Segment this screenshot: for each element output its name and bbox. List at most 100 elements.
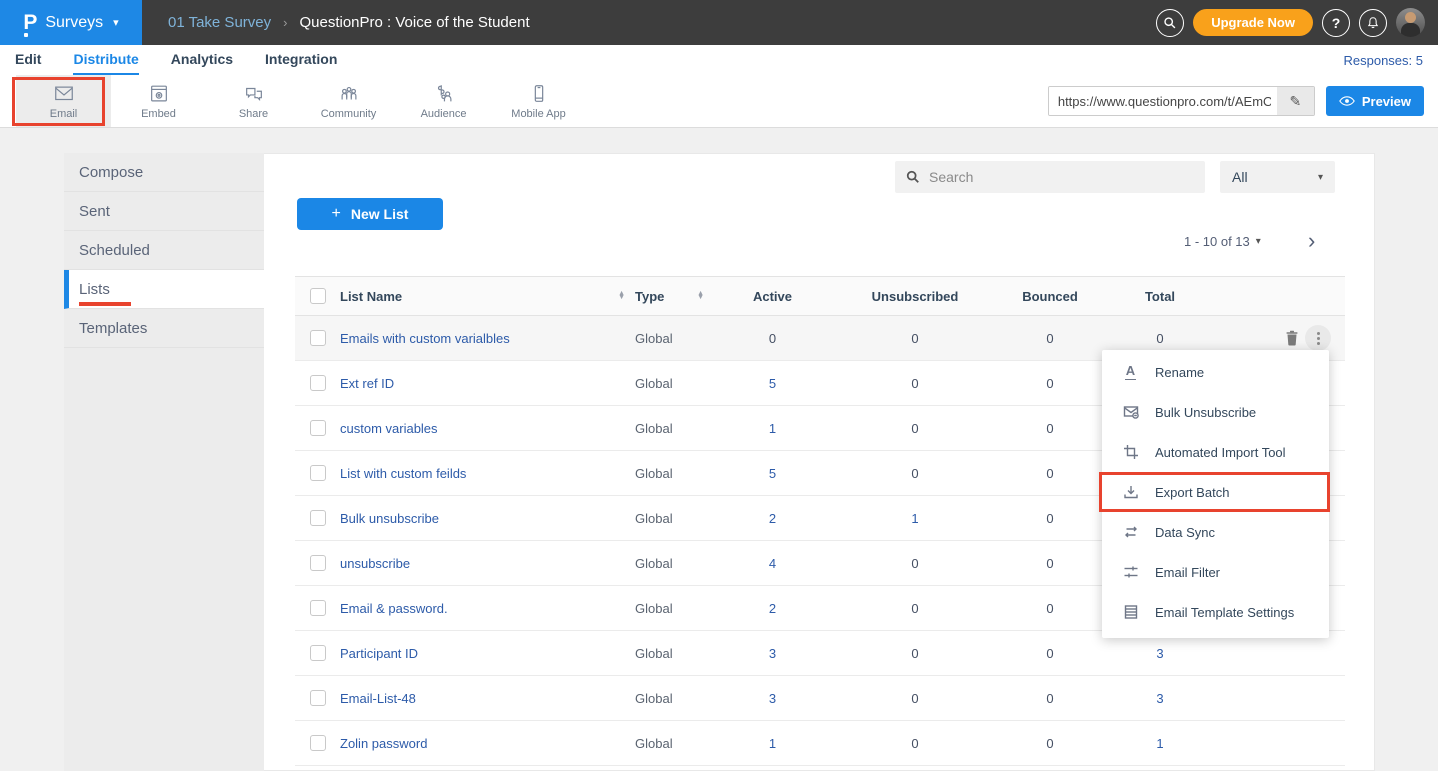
unsubscribed-count[interactable]: 0	[835, 646, 995, 661]
email-envelope-icon	[52, 83, 76, 105]
list-name-link[interactable]: List with custom feilds	[340, 466, 466, 481]
list-name-link[interactable]: custom variables	[340, 421, 438, 436]
toolbar-item-email[interactable]: Email	[16, 75, 111, 127]
help-icon[interactable]: ?	[1322, 9, 1350, 37]
row-checkbox[interactable]	[310, 330, 326, 346]
active-count[interactable]: 1	[710, 421, 835, 436]
row-more-options-button[interactable]	[1305, 325, 1331, 351]
bounced-count[interactable]: 0	[995, 421, 1105, 436]
list-filter-dropdown[interactable]: All ▾	[1220, 161, 1335, 193]
menu-item-automated-import-tool[interactable]: Automated Import Tool	[1102, 432, 1329, 472]
unsubscribed-count[interactable]: 0	[835, 376, 995, 391]
toolbar-item-audience[interactable]: Audience	[396, 75, 491, 127]
toolbar-item-embed[interactable]: Embed	[111, 75, 206, 127]
active-count[interactable]: 5	[710, 466, 835, 481]
sort-icon[interactable]: ▲▼	[618, 292, 625, 300]
bounced-count[interactable]: 0	[995, 331, 1105, 346]
total-count[interactable]: 3	[1105, 646, 1215, 661]
bounced-count[interactable]: 0	[995, 511, 1105, 526]
active-count[interactable]: 0	[710, 331, 835, 346]
preview-button[interactable]: Preview	[1326, 86, 1424, 116]
tab-integration[interactable]: Integration	[265, 45, 337, 75]
unsubscribed-count[interactable]: 0	[835, 601, 995, 616]
sidebar-item-scheduled[interactable]: Scheduled	[64, 231, 264, 270]
total-count[interactable]: 1	[1105, 736, 1215, 751]
total-count[interactable]: 0	[1105, 331, 1215, 346]
menu-item-data-sync[interactable]: Data Sync	[1102, 512, 1329, 552]
upgrade-now-button[interactable]: Upgrade Now	[1193, 9, 1313, 36]
bounced-count[interactable]: 0	[995, 376, 1105, 391]
active-count[interactable]: 2	[710, 601, 835, 616]
active-count[interactable]: 3	[710, 646, 835, 661]
new-list-button[interactable]: + New List	[297, 198, 443, 230]
row-checkbox[interactable]	[310, 735, 326, 751]
select-all-checkbox[interactable]	[310, 288, 326, 304]
list-name-link[interactable]: Participant ID	[340, 646, 418, 661]
unsubscribed-count[interactable]: 1	[835, 511, 995, 526]
menu-item-bulk-unsubscribe[interactable]: Bulk Unsubscribe	[1102, 392, 1329, 432]
responses-count[interactable]: Responses: 5	[1344, 45, 1424, 75]
total-count[interactable]: 3	[1105, 691, 1215, 706]
unsubscribed-count[interactable]: 0	[835, 691, 995, 706]
sort-icon[interactable]: ▲▼	[697, 292, 704, 300]
toolbar-item-share[interactable]: Share	[206, 75, 301, 127]
user-avatar[interactable]	[1396, 8, 1425, 37]
bounced-count[interactable]: 0	[995, 646, 1105, 661]
list-name-link[interactable]: Ext ref ID	[340, 376, 394, 391]
sidebar-item-compose[interactable]: Compose	[64, 153, 264, 192]
surveys-product-menu[interactable]: P Surveys ▾	[0, 0, 142, 45]
active-count[interactable]: 4	[710, 556, 835, 571]
edit-url-pencil-icon[interactable]: ✎	[1277, 87, 1314, 115]
pagination-range-dropdown[interactable]: 1 - 10 of 13 ▾	[1184, 234, 1261, 249]
search-icon[interactable]	[1156, 9, 1184, 37]
bounced-count[interactable]: 0	[995, 466, 1105, 481]
survey-url-input[interactable]	[1049, 87, 1277, 115]
tab-distribute[interactable]: Distribute	[73, 45, 138, 75]
bounced-count[interactable]: 0	[995, 556, 1105, 571]
toolbar-item-mobile-app[interactable]: Mobile App	[491, 75, 586, 127]
list-search-input[interactable]	[929, 169, 1205, 185]
bounced-count[interactable]: 0	[995, 691, 1105, 706]
unsubscribed-count[interactable]: 0	[835, 466, 995, 481]
list-name-link[interactable]: Email & password.	[340, 601, 448, 616]
row-checkbox[interactable]	[310, 690, 326, 706]
breadcrumb: 01 Take Survey › QuestionPro : Voice of …	[168, 0, 530, 45]
row-checkbox[interactable]	[310, 510, 326, 526]
list-name-link[interactable]: unsubscribe	[340, 556, 410, 571]
active-count[interactable]: 3	[710, 691, 835, 706]
tab-analytics[interactable]: Analytics	[171, 45, 233, 75]
row-checkbox[interactable]	[310, 600, 326, 616]
bounced-count[interactable]: 0	[995, 736, 1105, 751]
menu-item-export-batch[interactable]: Export Batch	[1102, 472, 1329, 512]
menu-item-rename[interactable]: A Rename	[1102, 352, 1329, 392]
list-name-link[interactable]: Zolin password	[340, 736, 427, 751]
row-checkbox[interactable]	[310, 645, 326, 661]
unsubscribed-count[interactable]: 0	[835, 421, 995, 436]
toolbar-item-community[interactable]: Community	[301, 75, 396, 127]
list-name-link[interactable]: Bulk unsubscribe	[340, 511, 439, 526]
unsubscribed-count[interactable]: 0	[835, 556, 995, 571]
menu-item-email-filter[interactable]: Email Filter	[1102, 552, 1329, 592]
active-count[interactable]: 1	[710, 736, 835, 751]
menu-item-email-template-settings[interactable]: Email Template Settings	[1102, 592, 1329, 632]
sidebar-item-lists[interactable]: Lists	[64, 270, 264, 309]
active-count[interactable]: 2	[710, 511, 835, 526]
notifications-bell-icon[interactable]	[1359, 9, 1387, 37]
col-active: Active	[710, 289, 835, 304]
pagination-next-button[interactable]: ›	[1308, 230, 1315, 252]
unsubscribed-count[interactable]: 0	[835, 331, 995, 346]
row-checkbox[interactable]	[310, 375, 326, 391]
delete-trash-icon[interactable]	[1285, 329, 1301, 347]
active-count[interactable]: 5	[710, 376, 835, 391]
unsubscribed-count[interactable]: 0	[835, 736, 995, 751]
breadcrumb-survey-link[interactable]: 01 Take Survey	[168, 14, 271, 31]
tab-edit[interactable]: Edit	[15, 45, 41, 75]
row-checkbox[interactable]	[310, 555, 326, 571]
list-name-link[interactable]: Emails with custom varialbles	[340, 331, 510, 346]
bounced-count[interactable]: 0	[995, 601, 1105, 616]
sidebar-item-templates[interactable]: Templates	[64, 309, 264, 348]
sidebar-item-sent[interactable]: Sent	[64, 192, 264, 231]
list-name-link[interactable]: Email-List-48	[340, 691, 416, 706]
row-checkbox[interactable]	[310, 465, 326, 481]
row-checkbox[interactable]	[310, 420, 326, 436]
